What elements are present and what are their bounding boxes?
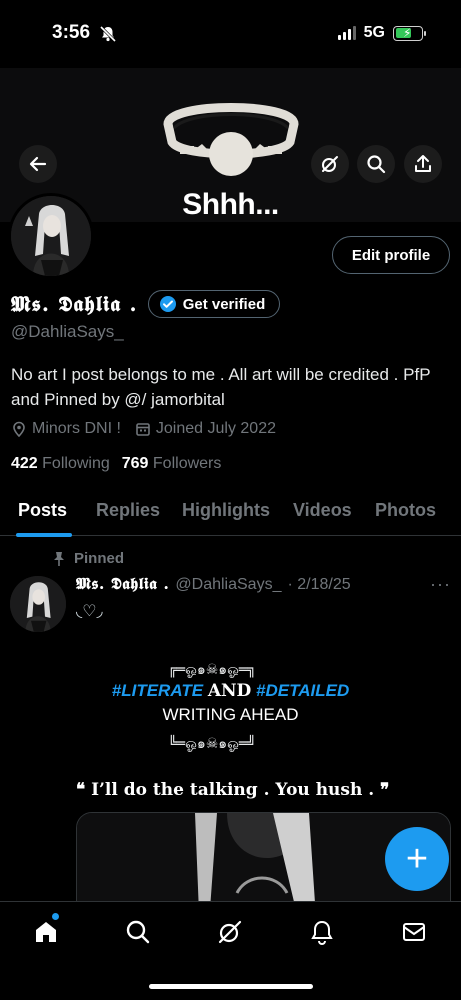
pinned-indicator: Pinned bbox=[52, 550, 124, 567]
battery-icon: ⚡ bbox=[393, 25, 426, 41]
and-word: AND bbox=[207, 681, 252, 701]
profile-bio: No art I post belongs to me . All art wi… bbox=[11, 365, 431, 409]
avatar-image bbox=[11, 196, 91, 276]
nav-grok[interactable] bbox=[214, 916, 246, 948]
share-button[interactable] bbox=[404, 145, 442, 183]
post-author-handle[interactable]: @DahliaSays_ bbox=[175, 576, 281, 594]
profile-meta: Minors DNI ! Joined July 2022 bbox=[11, 420, 276, 438]
joined-item: Joined July 2022 bbox=[135, 420, 276, 438]
location-item: Minors DNI ! bbox=[11, 420, 121, 438]
ball-gag-illustration bbox=[163, 103, 299, 176]
nav-notifications[interactable] bbox=[306, 916, 338, 948]
more-options-button[interactable]: ··· bbox=[430, 574, 451, 595]
verified-badge-icon bbox=[159, 296, 176, 312]
name-row: 𝕸𝖘. 𝕯𝖆𝖍𝖑𝖎𝖆 . Get verified bbox=[11, 290, 281, 318]
edit-profile-button[interactable]: Edit profile bbox=[332, 236, 450, 274]
display-name: 𝕸𝖘. 𝕯𝖆𝖍𝖑𝖎𝖆 . bbox=[11, 291, 138, 316]
notification-dot bbox=[52, 913, 59, 920]
hashtag-literate[interactable]: #LITERATE bbox=[112, 681, 203, 700]
location-pin-icon bbox=[13, 421, 25, 437]
decorative-frame-top: ╔═ஓ๑☠๑ஓ═╗ bbox=[168, 662, 256, 678]
post-avatar[interactable] bbox=[10, 576, 66, 632]
decorative-frame-bottom: ╚═ஓ๑☠๑ஓ═╝ bbox=[168, 736, 256, 752]
bell-muted-icon bbox=[99, 25, 117, 48]
tab-highlights[interactable]: Highlights bbox=[182, 500, 270, 521]
mail-icon bbox=[403, 923, 425, 941]
compose-post-button[interactable]: + bbox=[385, 827, 449, 891]
follow-stats: 422 Following 769 Followers bbox=[11, 455, 221, 473]
followers-link[interactable]: 769 Followers bbox=[122, 455, 222, 473]
pin-icon bbox=[54, 551, 64, 566]
get-verified-button[interactable]: Get verified bbox=[147, 290, 281, 318]
location-text: Minors DNI ! bbox=[32, 420, 121, 437]
status-indicators: 5G ⚡ bbox=[337, 24, 426, 42]
status-time: 3:56 bbox=[52, 22, 91, 43]
tab-videos[interactable]: Videos bbox=[293, 500, 352, 521]
followers-count: 769 bbox=[121, 455, 149, 472]
get-verified-label: Get verified bbox=[182, 295, 266, 313]
tab-photos[interactable]: Photos bbox=[375, 500, 436, 521]
post-text-hearts: ◟♡◞ bbox=[76, 603, 103, 620]
profile-tabs: Posts Replies Highlights Videos Photos bbox=[0, 488, 461, 537]
active-tab-indicator bbox=[16, 533, 72, 537]
network-type: 5G bbox=[363, 24, 385, 41]
hashtag-detailed[interactable]: #DETAILED bbox=[256, 681, 349, 700]
search-icon bbox=[126, 920, 150, 944]
following-label: Following bbox=[42, 455, 110, 472]
grok-icon bbox=[322, 156, 338, 172]
nav-search[interactable] bbox=[122, 916, 154, 948]
search-icon bbox=[367, 155, 386, 174]
followers-label: Followers bbox=[152, 455, 222, 472]
post-author-name[interactable]: 𝕸𝖘. 𝕯𝖆𝖍𝖑𝖎𝖆 . bbox=[76, 574, 169, 594]
profile-handle: @DahliaSays_ bbox=[11, 322, 124, 341]
calendar-icon bbox=[136, 423, 150, 436]
back-button[interactable] bbox=[19, 145, 57, 183]
post-header: 𝕸𝖘. 𝕯𝖆𝖍𝖑𝖎𝖆 . @DahliaSays_ · 2/18/25 bbox=[76, 574, 351, 594]
nav-messages[interactable] bbox=[398, 916, 430, 948]
signal-icon bbox=[337, 26, 356, 40]
following-link[interactable]: 422 Following bbox=[11, 455, 110, 473]
status-bar: 3:56 5G ⚡ bbox=[0, 0, 461, 68]
post-quote: ❝ I’ll do the talking . You hush . ❞ bbox=[76, 780, 390, 800]
joined-text: Joined July 2022 bbox=[155, 420, 276, 437]
grok-button[interactable] bbox=[311, 145, 349, 183]
arrow-left-icon bbox=[29, 156, 47, 172]
home-icon bbox=[36, 922, 56, 942]
tab-replies[interactable]: Replies bbox=[96, 500, 160, 521]
tab-posts[interactable]: Posts bbox=[18, 500, 67, 521]
share-icon bbox=[415, 155, 431, 172]
hashtag-line: #LITERATE AND #DETAILED bbox=[0, 681, 461, 701]
following-count: 422 bbox=[11, 455, 38, 472]
grok-icon bbox=[218, 920, 242, 944]
pinned-label: Pinned bbox=[74, 550, 125, 567]
post-avatar-image bbox=[10, 576, 66, 632]
profile-avatar[interactable] bbox=[8, 193, 94, 279]
search-button[interactable] bbox=[357, 145, 395, 183]
home-indicator bbox=[149, 984, 313, 989]
nav-home[interactable] bbox=[30, 916, 62, 948]
bell-icon bbox=[311, 920, 333, 945]
writing-ahead-text: WRITING AHEAD bbox=[162, 705, 299, 724]
post-date: · 2/18/25 bbox=[287, 576, 351, 593]
